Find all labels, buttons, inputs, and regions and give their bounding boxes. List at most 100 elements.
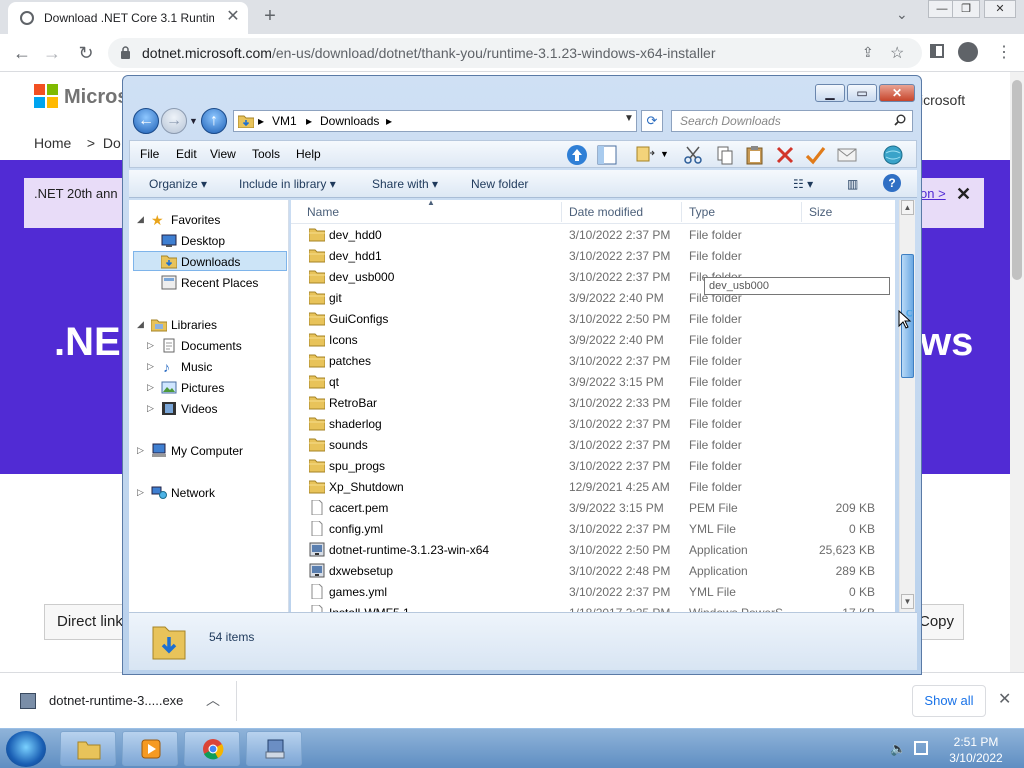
expand-arrow-icon[interactable]: ▷ [147,403,154,414]
clock-time[interactable]: 2:51 PM [946,735,1006,749]
reload-button[interactable]: ↻ [74,41,98,65]
refresh-icon[interactable]: ⟳ [641,110,663,132]
nav-downloads[interactable]: Downloads [129,252,289,272]
taskbar-media-player[interactable] [122,731,178,766]
scroll-down-arrow-icon[interactable]: ▼ [901,594,914,609]
cut-icon[interactable] [682,144,704,166]
back-button[interactable]: ← [10,41,34,65]
address-dropdown-icon[interactable]: ▼ [624,113,634,124]
show-all-button[interactable]: Show all [912,685,986,717]
taskbar-chrome[interactable] [184,731,240,766]
expand-arrow-icon[interactable]: ▷ [137,445,144,456]
file-row[interactable]: spu_progs 3/10/2022 2:37 PM File folder [291,456,895,477]
file-row[interactable]: GuiConfigs 3/10/2022 2:50 PM File folder [291,309,895,330]
file-row[interactable]: dev_hdd0 3/10/2022 2:37 PM File folder [291,225,895,246]
column-divider[interactable] [561,202,562,222]
menu-edit[interactable]: Edit [176,147,197,161]
search-downloads-box[interactable]: Search Downloads [671,110,913,132]
expand-arrow-icon[interactable]: ◢ [137,319,144,330]
forward-button[interactable]: → [40,41,64,65]
nav-pictures[interactable]: ▷ Pictures [129,378,289,398]
recent-pages-dropdown-icon[interactable]: ▼ [189,116,198,126]
restore-icon[interactable]: ❐ [952,0,980,18]
file-row[interactable]: cacert.pem 3/9/2022 3:15 PM PEM File 209 KB [291,498,895,519]
explorer-close-button[interactable]: ✕ [879,84,915,102]
taskbar-setup[interactable] [246,731,302,766]
tab-search-icon[interactable]: ⌄ [896,6,908,23]
chevron-up-icon[interactable]: ︿ [206,690,220,710]
scroll-up-arrow-icon[interactable]: ▲ [901,200,914,215]
profile-avatar[interactable] [958,42,978,62]
share-icon[interactable]: ⇪ [862,44,874,61]
taskbar-explorer[interactable] [60,731,116,766]
email-icon[interactable] [836,144,858,166]
nav-libraries[interactable]: ◢ Libraries [129,315,289,335]
explorer-back-button[interactable]: ← [133,108,159,134]
organize-button[interactable]: Organize ▾ [149,177,207,191]
new-folder-button[interactable]: New folder [471,177,528,191]
browser-tab[interactable]: Download .NET Core 3.1 Runtime ✕ [8,2,248,34]
close-shelf-icon[interactable]: ✕ [998,689,1011,709]
address-bar[interactable]: dotnet.microsoft.com/en-us/download/dotn… [108,38,922,68]
expand-arrow-icon[interactable]: ▷ [147,340,154,351]
column-size[interactable]: Size [809,205,832,219]
column-date-modified[interactable]: Date modified [569,205,643,219]
file-row[interactable]: config.yml 3/10/2022 2:37 PM YML File 0 KB [291,519,895,540]
menu-help[interactable]: Help [296,147,321,161]
expand-arrow-icon[interactable]: ◢ [137,214,144,225]
nav-music[interactable]: ▷ ♪ Music [129,357,289,377]
properties-check-icon[interactable] [804,144,826,166]
share-with-button[interactable]: Share with ▾ [372,177,438,191]
column-divider[interactable] [801,202,802,222]
file-row[interactable]: Xp_Shutdown 12/9/2021 4:25 AM File folder [291,477,895,498]
breadcrumb-download[interactable]: Do [103,135,121,151]
nav-favorites[interactable]: ◢ ★ Favorites [129,210,289,230]
expand-arrow-icon[interactable]: ▷ [147,361,154,372]
chrome-menu-icon[interactable]: ⋮ [996,42,1012,62]
file-row[interactable]: dev_hdd1 3/10/2022 2:37 PM File folder [291,246,895,267]
change-view-icon[interactable]: ☷ ▾ [793,177,813,191]
nav-desktop[interactable]: Desktop [129,231,289,251]
paste-icon[interactable] [744,144,766,166]
nav-network[interactable]: ▷ Network [129,483,289,503]
start-button[interactable] [6,731,46,767]
delete-icon[interactable] [774,144,796,166]
tab-close-icon[interactable]: ✕ [224,8,242,26]
clock-date[interactable]: 3/10/2022 [946,751,1006,765]
file-row[interactable]: qt 3/9/2022 3:15 PM File folder [291,372,895,393]
include-in-library-button[interactable]: Include in library ▾ [239,177,336,191]
views-icon[interactable] [634,144,656,166]
nav-my-computer[interactable]: ▷ My Computer [129,441,289,461]
explorer-maximize-button[interactable]: ▭ [847,84,877,102]
menu-tools[interactable]: Tools [252,147,280,161]
globe-icon[interactable] [882,144,904,166]
page-scrollbar[interactable] [1010,72,1024,672]
new-tab-button[interactable]: + [258,4,282,28]
menu-view[interactable]: View [210,147,236,161]
expand-arrow-icon[interactable]: ▷ [147,382,154,393]
nav-documents[interactable]: ▷ Documents [129,336,289,356]
views-dropdown-icon[interactable]: ▼ [660,149,669,159]
all-microsoft-menu[interactable]: icrosoft [920,92,965,108]
folders-pane-icon[interactable] [596,144,618,166]
network-tray-icon[interactable] [914,741,928,755]
file-row[interactable]: Icons 3/9/2022 2:40 PM File folder [291,330,895,351]
up-folder-icon[interactable] [566,144,588,166]
downloaded-file-name[interactable]: dotnet-runtime-3.....exe [49,693,183,708]
banner-link[interactable]: on > [920,186,946,201]
bookmark-star-icon[interactable]: ☆ [890,43,904,63]
help-icon[interactable]: ? [883,174,901,192]
file-row[interactable]: dxwebsetup 3/10/2022 2:48 PM Application 28… [291,561,895,582]
side-panel-icon[interactable] [930,44,944,58]
file-row[interactable]: games.yml 3/10/2022 2:37 PM YML File 0 KB [291,582,895,603]
expand-arrow-icon[interactable]: ▷ [137,487,144,498]
banner-close-icon[interactable]: ✕ [956,184,971,205]
file-row[interactable]: patches 3/10/2022 2:37 PM File folder [291,351,895,372]
nav-videos[interactable]: ▷ Videos [129,399,289,419]
file-row[interactable]: shaderlog 3/10/2022 2:37 PM File folder [291,414,895,435]
page-scrollbar-thumb[interactable] [1012,80,1022,280]
address-segment-vm1[interactable]: VM1 [272,114,297,128]
preview-pane-icon[interactable]: ▥ [847,177,858,191]
menu-file[interactable]: File [140,147,159,161]
close-window-icon[interactable]: ✕ [984,0,1016,18]
